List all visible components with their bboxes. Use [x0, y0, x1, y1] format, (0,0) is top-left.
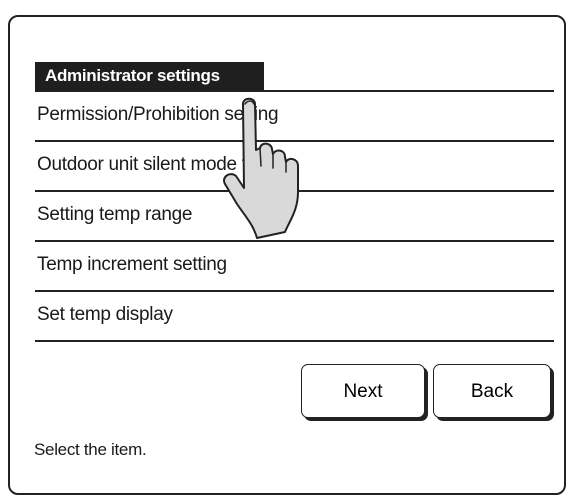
menu-item-set-temp-display[interactable]: Set temp display [35, 292, 554, 342]
status-message: Select the item. [34, 440, 147, 459]
menu-item-temp-increment[interactable]: Temp increment setting [35, 242, 554, 292]
pointing-hand-icon [223, 97, 299, 239]
menu-item-label: Set temp display [37, 304, 173, 325]
back-button[interactable]: Back [433, 364, 551, 418]
menu-item-label: Setting temp range [37, 204, 193, 225]
menu-item-label: Temp increment setting [37, 254, 227, 275]
next-button[interactable]: Next [301, 364, 425, 418]
screen-title: Administrator settings [35, 62, 264, 90]
